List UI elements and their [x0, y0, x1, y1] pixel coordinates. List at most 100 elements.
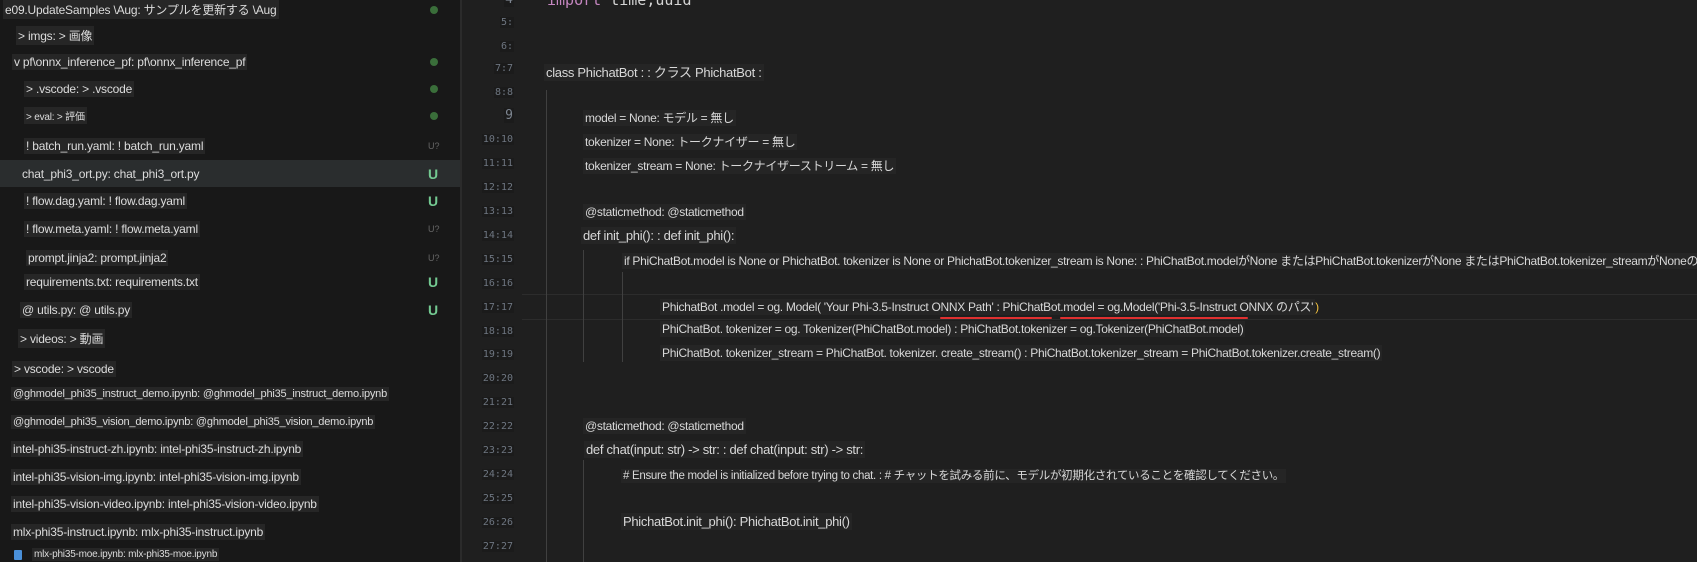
code-line-stream-assign: PhiChatBot. tokenizer_stream = PhiChatBo… — [660, 345, 1383, 361]
code-line-staticmethod: @staticmethod: @staticmethod — [583, 204, 746, 220]
tree-item-imgs[interactable]: > imgs: > 画像 — [0, 22, 460, 49]
tree-item-batch-run-yaml[interactable]: ! batch_run.yaml: ! batch_run.yaml U? — [0, 132, 460, 159]
line-number: 27:27 — [481, 541, 514, 552]
tree-item-label: > eval: > 評価 — [24, 107, 87, 124]
line-number: 14:14 — [481, 230, 514, 241]
tree-item-label: @ghmodel_phi35_instruct_demo.ipynb: @ghm… — [11, 386, 390, 401]
code-line-model-assign: PhichatBot .model = og. Model( 'Your Phi… — [660, 299, 1319, 315]
code-editor[interactable]: 4 5: 6: 7:7 8:8 9 10:10 11:11 12:12 13:1… — [462, 0, 1697, 562]
git-status-badge: U? — [428, 252, 440, 263]
line-number: 11:11 — [481, 158, 514, 169]
git-status-badge: U — [428, 165, 439, 182]
code-line-if-model-none: if PhiChatBot.model is None or PhichatBo… — [622, 252, 1697, 269]
code-line-tokenizer: tokenizer = None: トークナイザー = 無し — [583, 134, 798, 150]
tree-item-label: > imgs: > 画像 — [16, 26, 95, 45]
line-number: 16:16 — [481, 278, 514, 289]
tree-item-vscode[interactable]: > vscode: > vscode — [0, 355, 460, 382]
tree-item-label: chat_phi3_ort.py: chat_phi3_ort.py — [22, 166, 200, 181]
tree-item-label: intel-phi35-instruct-zh.ipynb: intel-phi… — [11, 440, 304, 457]
git-status-badge: U — [428, 273, 439, 290]
line-number: 18:18 — [481, 326, 514, 337]
line-number: 25:25 — [481, 493, 514, 504]
tree-item-intel-vision-img[interactable]: intel-phi35-vision-img.ipynb: intel-phi3… — [0, 463, 460, 490]
line-number: 8:8 — [493, 87, 514, 98]
tree-item-chat-phi3-ort-py[interactable]: chat_phi3_ort.py: chat_phi3_ort.py U — [0, 160, 460, 187]
git-status-badge: U — [428, 192, 439, 209]
tree-item-label: ! batch_run.yaml: ! batch_run.yaml — [24, 137, 206, 154]
tree-item-label: e09.UpdateSamples \Aug: サンプルを更新する \Aug — [3, 0, 279, 19]
tree-item-intel-instruct-zh[interactable]: intel-phi35-instruct-zh.ipynb: intel-phi… — [0, 435, 460, 462]
tree-item-label: > .vscode: > .vscode — [24, 80, 135, 97]
line-number: 5: — [499, 17, 514, 28]
tree-item-label: mlx-phi35-instruct.ipynb: mlx-phi35-inst… — [11, 523, 266, 540]
tree-item-requirements-txt[interactable]: requirements.txt: requirements.txt U — [0, 268, 460, 295]
tree-item-prompt-jinja2[interactable]: prompt.jinja2: prompt.jinja2 U? — [0, 244, 460, 271]
tree-item-label: intel-phi35-vision-video.ipynb: intel-ph… — [11, 495, 319, 512]
tree-item-label: > vscode: > vscode — [12, 360, 116, 377]
line-number: 20:20 — [481, 373, 514, 384]
tree-item-updatesamples-aug[interactable]: e09.UpdateSamples \Aug: サンプルを更新する \Aug — [0, 0, 460, 23]
line-number: 17:17 — [481, 302, 514, 313]
line-number: 19:19 — [481, 349, 514, 360]
modified-dot-icon — [430, 5, 438, 14]
tree-item-intel-vision-video[interactable]: intel-phi35-vision-video.ipynb: intel-ph… — [0, 490, 460, 517]
code-line-def-init-phi: def init_phi(): : def init_phi(): — [581, 227, 737, 244]
line-number: 24:24 — [481, 469, 514, 480]
import-keyword: import — [547, 0, 602, 9]
line-number: 7:7 — [493, 63, 514, 74]
tree-item-vscode-folder[interactable]: > .vscode: > .vscode — [0, 75, 460, 102]
tree-item-flow-dag-yaml[interactable]: ! flow.dag.yaml: ! flow.dag.yaml U — [0, 187, 460, 214]
import-modules: time,uuid — [601, 0, 692, 9]
tree-item-label: ! flow.dag.yaml: ! flow.dag.yaml — [24, 192, 188, 209]
code-line-tokenizer-assign: PhiChatBot. tokenizer = og. Tokenizer(Ph… — [660, 321, 1246, 337]
line-number: 12:12 — [481, 182, 514, 193]
indent-guide — [583, 250, 584, 362]
code-line-staticmethod: @staticmethod: @staticmethod — [583, 418, 746, 434]
code-line-def-chat: def chat(input: str) -> str: : def chat(… — [584, 441, 866, 458]
tree-item-flow-meta-yaml[interactable]: ! flow.meta.yaml: ! flow.meta.yaml U? — [0, 215, 460, 242]
tree-item-ghmodel-instruct-demo[interactable]: @ghmodel_phi35_instruct_demo.ipynb: @ghm… — [0, 380, 460, 407]
tree-item-label: @ utils.py: @ utils.py — [20, 301, 132, 318]
indent-guide — [546, 90, 547, 562]
git-status-badge: U? — [428, 223, 440, 234]
error-squiggle — [940, 317, 1052, 319]
line-number: 15:15 — [481, 254, 514, 265]
line-number: 21:21 — [481, 397, 514, 408]
line-number: 4 — [462, 0, 514, 7]
tree-item-label: mlx-phi35-moe.ipynb: mlx-phi35-moe.ipynb — [32, 548, 220, 561]
tree-item-label: prompt.jinja2: prompt.jinja2 — [26, 249, 169, 266]
tree-item-videos[interactable]: > videos: > 動画 — [0, 325, 460, 352]
line-number: 13:13 — [481, 206, 514, 217]
tree-item-utils-py[interactable]: @ utils.py: @ utils.py U — [0, 296, 460, 323]
code-line-model: model = None: モデル = 無し — [583, 110, 736, 126]
git-status-badge: U — [428, 301, 439, 318]
line-number-gutter: 4 5: 6: 7:7 8:8 9 10:10 11:11 12:12 13:1… — [462, 0, 522, 562]
tree-item-onnx-inference-pf[interactable]: v pf\onnx_inference_pf: pf\onnx_inferenc… — [0, 48, 460, 75]
tree-item-label: ! flow.meta.yaml: ! flow.meta.yaml — [24, 220, 200, 237]
modified-dot-icon — [430, 57, 438, 66]
error-squiggle — [1060, 317, 1248, 319]
line-number: 10:10 — [481, 134, 514, 145]
tree-item-label: intel-phi35-vision-img.ipynb: intel-phi3… — [11, 468, 301, 485]
import-statement: import time,uuid — [547, 0, 692, 9]
code-line-init-call: PhichatBot.init_phi(): PhichatBot.init_p… — [621, 513, 852, 530]
tree-item-mlx-moe[interactable]: mlx-phi35-moe.ipynb: mlx-phi35-moe.ipynb — [0, 541, 460, 562]
tree-item-label: @ghmodel_phi35_vision_demo.ipynb: @ghmod… — [11, 414, 376, 429]
git-status-badge: U? — [428, 140, 440, 151]
code-line-tokenizer-stream: tokenizer_stream = None: トークナイザーストリーム = … — [583, 158, 897, 174]
code-line-class-def: class PhichatBot : : クラス PhichatBot : — [544, 64, 764, 81]
tree-item-label: requirements.txt: requirements.txt — [24, 273, 200, 290]
explorer-sidebar: e09.UpdateSamples \Aug: サンプルを更新する \Aug >… — [0, 0, 460, 562]
tree-item-ghmodel-vision-demo[interactable]: @ghmodel_phi35_vision_demo.ipynb: @ghmod… — [0, 408, 460, 435]
indent-guide — [583, 460, 584, 562]
tree-item-label: v pf\onnx_inference_pf: pf\onnx_inferenc… — [12, 53, 248, 70]
line-number: 9 — [504, 108, 514, 123]
tree-item-label: > videos: > 動画 — [18, 329, 106, 348]
tree-item-eval[interactable]: > eval: > 評価 — [0, 102, 460, 129]
indent-guide — [622, 272, 623, 362]
modified-dot-icon — [430, 84, 438, 93]
line-number: 23:23 — [481, 445, 514, 456]
notebook-file-icon — [14, 549, 22, 560]
line-number: 26:26 — [481, 517, 514, 528]
modified-dot-icon — [430, 111, 438, 120]
